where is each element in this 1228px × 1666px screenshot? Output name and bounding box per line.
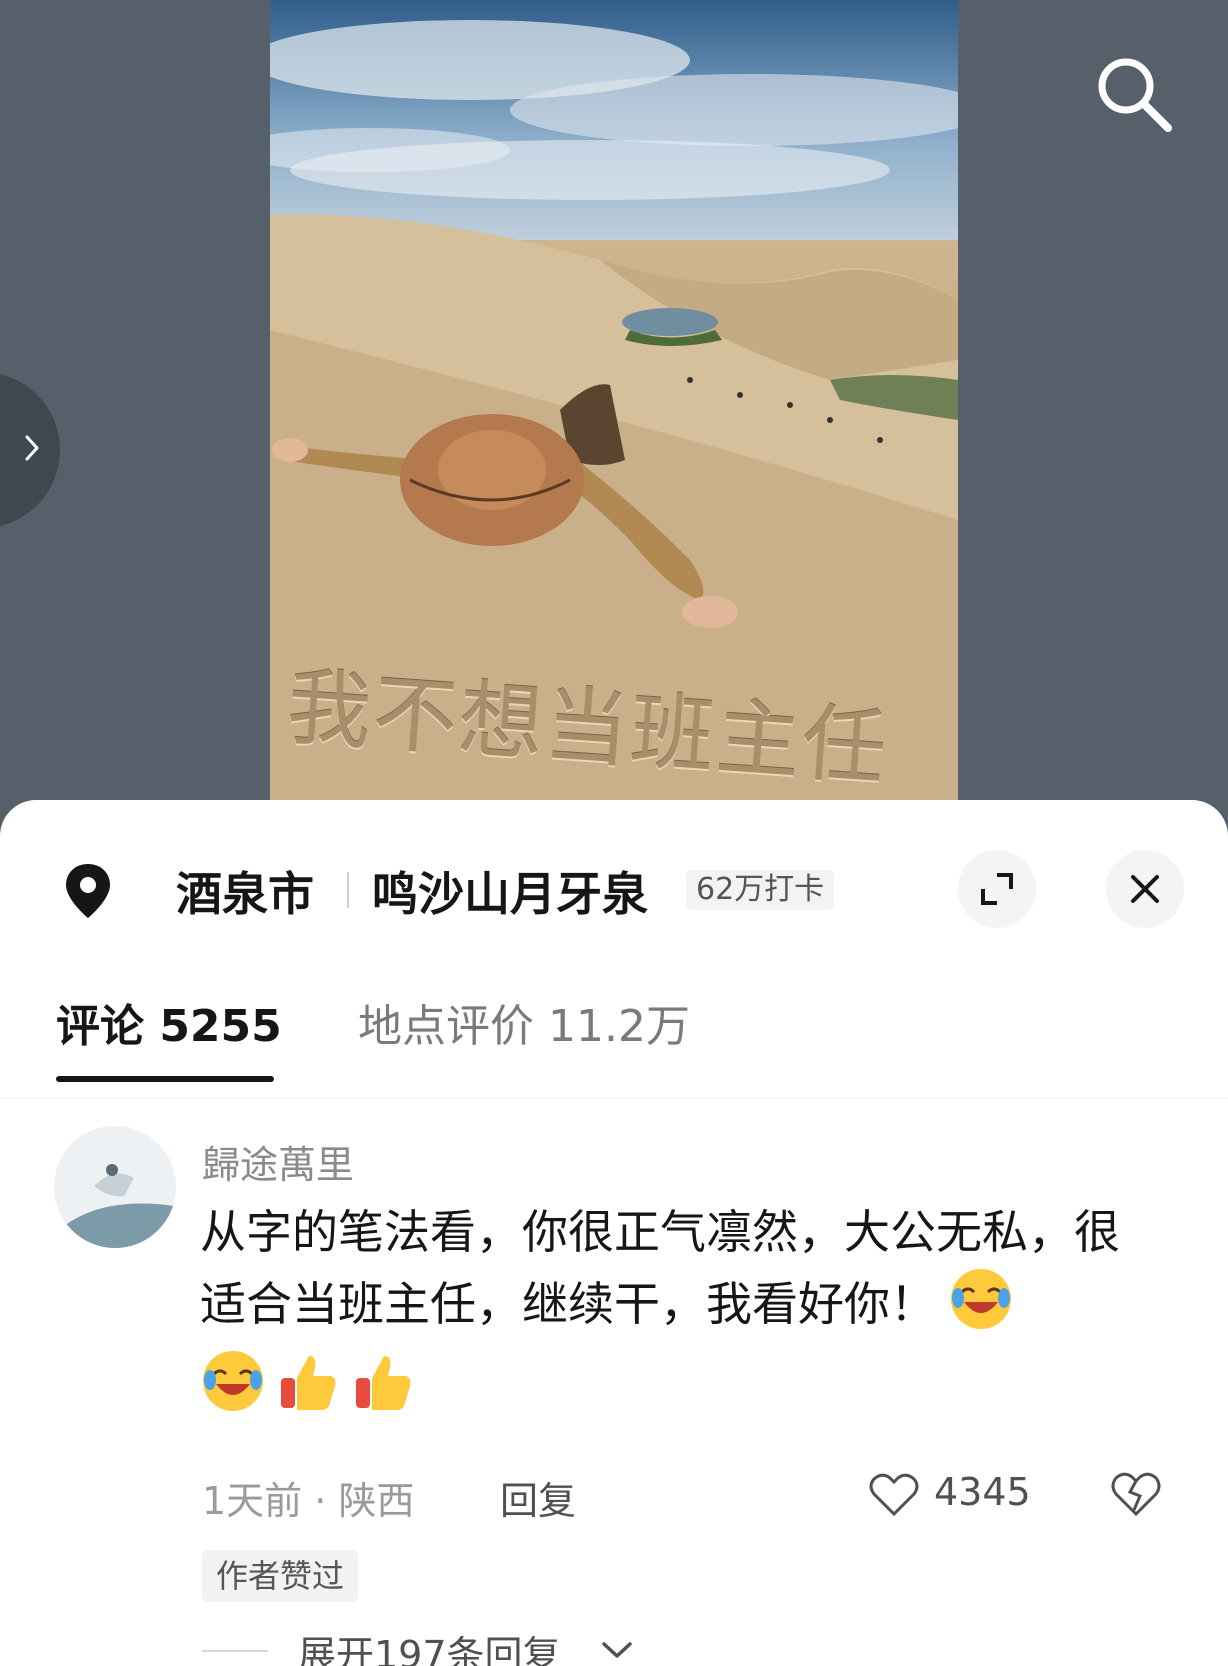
comment-username[interactable]: 歸途萬里 [202, 1134, 354, 1189]
comment-region: 陕西 [338, 1479, 415, 1523]
laugh-cry-emoji-icon [951, 1269, 1011, 1329]
thumbs-up-emoji-icon [356, 1356, 411, 1410]
expand-icon [981, 873, 1013, 905]
comment-body: 从字的笔法看，你很正气凛然，大公无私，很适合当班主任，继续干，我看好你！ [200, 1198, 1160, 1338]
comment-meta: 1天前 · 陕西 [202, 1470, 414, 1525]
chevron-down-icon [602, 1642, 632, 1658]
like-button[interactable]: 4345 [868, 1464, 1068, 1524]
comment-time: 1天前 [202, 1479, 303, 1523]
close-button[interactable] [1106, 850, 1184, 928]
location-bar[interactable]: 酒泉市 鸣沙山月牙泉 62万打卡 [0, 840, 1228, 936]
tab-bar: 评论 5255 地点评价 11.2万 [0, 990, 1228, 1090]
author-liked-badge: 作者赞过 [202, 1550, 359, 1602]
search-icon [1098, 58, 1172, 132]
tabs-divider [0, 1098, 1228, 1099]
dislike-button[interactable] [1108, 1466, 1164, 1520]
comment-emojis [200, 1348, 420, 1418]
side-expand-tab[interactable] [0, 372, 60, 528]
reply-button[interactable]: 回复 [500, 1470, 576, 1525]
like-count: 4345 [934, 1470, 1031, 1514]
city-name[interactable]: 酒泉市 [176, 858, 314, 924]
tab-place-reviews[interactable]: 地点评价 11.2万 [358, 990, 690, 1054]
location-divider [347, 872, 349, 908]
expand-replies-label: 展开197条回复 [298, 1633, 561, 1666]
chevron-right-icon [25, 435, 39, 461]
meta-separator: · [314, 1479, 327, 1523]
tab-comments[interactable]: 评论 5255 [56, 990, 282, 1054]
screen: 我不想当班主任 酒泉市 鸣沙山月牙泉 62万打卡 评论 5255 地点评价 11… [0, 0, 1228, 1666]
broken-heart-icon [1111, 1472, 1161, 1517]
checkin-count: 62万打卡 [686, 870, 835, 910]
laugh-cry-emoji-icon [203, 1351, 263, 1411]
expand-line [202, 1650, 268, 1652]
comments-sheet: 酒泉市 鸣沙山月牙泉 62万打卡 评论 5255 地点评价 11.2万 歸途萬里… [0, 800, 1228, 1666]
heart-icon [869, 1473, 919, 1517]
search-button[interactable] [1092, 52, 1176, 136]
location-pin-icon [66, 864, 110, 918]
post-photo[interactable]: 我不想当班主任 [270, 0, 958, 800]
avatar[interactable] [54, 1126, 176, 1248]
close-icon [1131, 875, 1159, 903]
expand-button[interactable] [958, 850, 1036, 928]
thumbs-up-emoji-icon [281, 1356, 336, 1410]
place-name[interactable]: 鸣沙山月牙泉 [372, 858, 648, 924]
avatar-image [54, 1126, 176, 1248]
active-tab-indicator [56, 1076, 274, 1082]
comment-item: 歸途萬里 从字的笔法看，你很正气凛然，大公无私，很适合当班主任，继续干，我看好你… [0, 1126, 1228, 1666]
